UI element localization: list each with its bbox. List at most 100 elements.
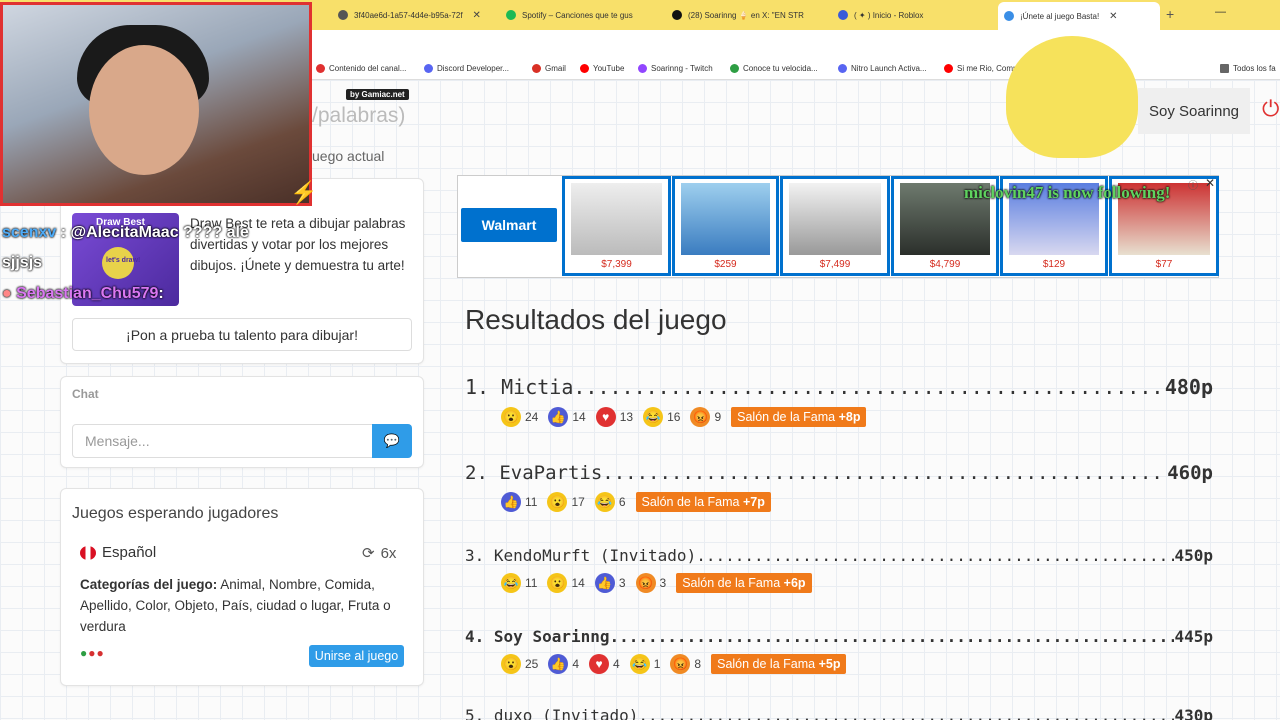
bookmark-item[interactable]: Discord Developer... — [424, 64, 509, 73]
love-icon: ♥ — [589, 654, 610, 674]
love-icon: ♥ — [595, 407, 616, 427]
ad-close-icon[interactable]: ✕ — [1205, 176, 1215, 190]
spotify-icon — [506, 10, 516, 20]
bookmark-favicon-icon — [424, 64, 433, 73]
bookmark-item[interactable]: Soarinng - Twitch — [638, 64, 713, 73]
ad-product[interactable]: $259 — [672, 176, 779, 276]
ad-info-icon[interactable]: ⓘ — [1188, 177, 1198, 192]
roblox-icon — [838, 10, 848, 20]
browser-tab[interactable]: Spotify – Canciones que te gus — [506, 4, 664, 26]
stream-chat-line: sjjsjs — [2, 254, 43, 271]
hall-of-fame-badge: Salón de la Fama +7p — [635, 492, 771, 512]
follow-alert: miclovin47 is now following! — [964, 183, 1171, 202]
chat-message-input[interactable]: Mensaje... — [72, 424, 373, 458]
angry-icon: 😡 — [690, 407, 711, 427]
hall-of-fame-badge: Salón de la Fama +5p — [711, 654, 847, 674]
chat-badge-icon: ● — [2, 285, 12, 302]
pikachu-sticker — [1006, 36, 1138, 158]
hall-of-fame-badge: Salón de la Fama +8p — [731, 407, 867, 427]
stream-chat-line: ● Sebastian_Chu579: — [2, 285, 164, 302]
peru-flag-icon — [80, 545, 96, 560]
folder-icon — [1220, 64, 1229, 73]
webcam-face — [89, 45, 199, 175]
player-icon: ● — [80, 646, 89, 660]
result-row: 1. Mictia...............................… — [465, 375, 1213, 399]
hall-of-fame-badge: Salón de la Fama +6p — [676, 573, 812, 593]
browser-tab[interactable]: (28) Soarinng 🍦 en X: "EN STR — [672, 4, 828, 26]
haha-icon: 😂 — [594, 492, 615, 512]
results-title: Resultados del juego — [465, 304, 727, 335]
wow-icon: 😮 — [547, 492, 568, 512]
waiting-games-title: Juegos esperando jugadores — [72, 505, 279, 522]
gamiac-badge[interactable]: by Gamiac.net — [346, 89, 409, 100]
join-game-button[interactable]: Unirse al juego — [309, 645, 404, 667]
haha-icon: 😂 — [629, 654, 650, 674]
like-icon: 👍 — [501, 492, 521, 512]
haha-icon: 😂 — [501, 573, 521, 593]
result-row: 2. EvaPartis............................… — [465, 462, 1213, 484]
bookmark-favicon-icon — [580, 64, 589, 73]
new-tab-icon[interactable]: + — [1166, 6, 1174, 22]
bookmark-favicon-icon — [532, 64, 541, 73]
promo-description: Draw Best te reta a dibujar palabras div… — [190, 216, 406, 273]
product-image — [681, 183, 770, 255]
basta-icon — [1004, 11, 1014, 21]
wow-icon: 😮 — [501, 654, 521, 674]
player-slots: ●●● — [80, 646, 105, 660]
reactions-row: 😮 24 👍 14 ♥ 13 😂 16 😡 9 Salón de la Fama +8p — [501, 407, 867, 427]
browser-tab[interactable]: 3f40ae6d-1a57-4d4e-b95a-72f ✕ — [338, 4, 498, 26]
reactions-row: 👍 11 😮 17 😂 6 Salón de la Fama +7p — [501, 492, 771, 512]
product-image — [789, 183, 881, 255]
chat-send-button[interactable]: 💬 — [372, 424, 412, 458]
chat-label: Chat — [72, 387, 99, 401]
like-icon: 👍 — [594, 573, 615, 593]
bookmark-item[interactable]: Conoce tu velocida... — [730, 64, 818, 73]
wow-icon: 😮 — [547, 573, 568, 593]
tab-favicon-icon — [338, 10, 348, 20]
x-icon — [672, 10, 682, 20]
result-row: 3. KendoMurft (Invitado)................… — [465, 546, 1213, 565]
bookmark-item[interactable]: YouTube — [580, 64, 624, 73]
angry-icon: 😡 — [635, 573, 656, 593]
promo-image-badge: let's draw! — [106, 257, 141, 264]
game-multiplier: ⟳ 6x — [362, 544, 397, 563]
bookmark-folder[interactable]: Todos los fa — [1220, 64, 1276, 73]
current-game-label: uego actual — [312, 148, 385, 164]
browser-tab[interactable]: ( ✦ ) Inicio - Roblox — [838, 4, 994, 26]
browser-tab-active[interactable]: ¡Únete al juego Basta! ✕ — [998, 2, 1160, 30]
tab-close-icon[interactable]: ✕ — [473, 10, 481, 21]
minimize-icon[interactable]: — — [1215, 6, 1226, 18]
promo-button[interactable]: ¡Pon a prueba tu talento para dibujar! — [72, 318, 412, 351]
bookmark-favicon-icon — [838, 64, 847, 73]
lightning-icon: ⚡ — [290, 180, 318, 205]
player-icon: ● — [96, 646, 105, 660]
game-language: Español — [80, 544, 156, 561]
bookmark-favicon-icon — [316, 64, 325, 73]
stream-chat-line: scenxv : @AlecitaMaac ???? ale — [2, 224, 249, 241]
bookmark-favicon-icon — [730, 64, 739, 73]
game-categories: Categorías del juego: Animal, Nombre, Co… — [80, 577, 391, 634]
angry-icon: 😡 — [670, 654, 691, 674]
bookmark-item[interactable]: Contenido del canal... — [316, 64, 406, 73]
haha-icon: 😂 — [643, 407, 664, 427]
like-icon: 👍 — [548, 407, 569, 427]
player-icon: ● — [88, 646, 97, 660]
bookmark-item[interactable]: Nitro Launch Activa... — [838, 64, 927, 73]
ad-product[interactable]: $7,399 — [562, 176, 671, 276]
bookmark-item[interactable]: Gmail — [532, 64, 566, 73]
reactions-row: 😂 11 😮 14 👍 3 😡 3 Salón de la Fama +6p — [501, 573, 812, 593]
product-image — [571, 183, 662, 255]
user-menu-button[interactable]: Soy Soarinng — [1138, 88, 1250, 134]
bookmark-favicon-icon — [638, 64, 647, 73]
like-icon: 👍 — [548, 654, 569, 674]
result-row-current-user: 4. Soy Soarinng.........................… — [465, 627, 1213, 646]
bookmark-favicon-icon — [944, 64, 953, 73]
result-row: 5. duxo (Invitado)......................… — [465, 706, 1213, 720]
page-title: /palabras) — [312, 104, 406, 127]
ad-product[interactable]: $7,499 — [780, 176, 890, 276]
tab-close-icon[interactable]: ✕ — [1109, 11, 1117, 22]
refresh-icon: ⟳ — [362, 545, 375, 562]
reactions-row: 😮 25 👍 4 ♥ 4 😂 1 😡 8 Salón de la Fama +5p — [501, 654, 847, 674]
walmart-logo[interactable]: Walmart — [461, 208, 557, 242]
power-icon[interactable]: ⏻ — [1262, 96, 1279, 122]
